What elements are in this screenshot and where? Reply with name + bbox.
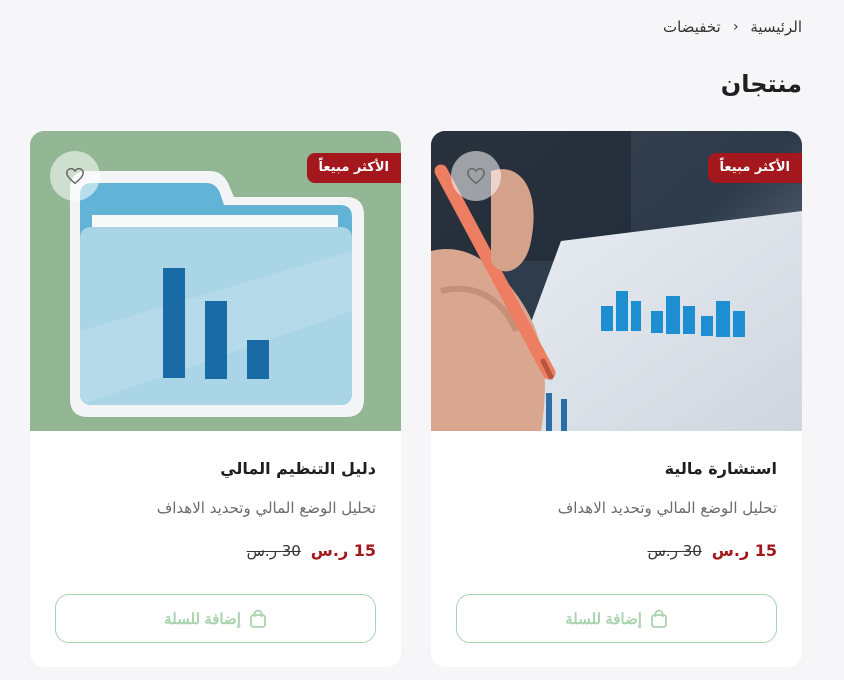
page: الرئيسية › تخفيضات منتجان الأكثر مبيعاً …	[0, 0, 844, 680]
product-info: استشارة مالية تحليل الوضع المالي وتحديد …	[431, 431, 802, 667]
product-image[interactable]: Unlicensed Pintura instance Unlicensed P…	[431, 131, 802, 431]
product-image[interactable]: Unlicensed Pintura instance Unlicensed P…	[30, 131, 401, 431]
breadcrumb-home-link[interactable]: الرئيسية	[750, 18, 802, 36]
add-to-cart-label: إضافة للسلة	[565, 610, 642, 628]
product-card[interactable]: Unlicensed Pintura instance Unlicensed P…	[30, 131, 401, 667]
price-row: 15 ر.س 30 ر.س	[648, 541, 777, 560]
current-price: 15 ر.س	[711, 541, 777, 560]
favorite-button[interactable]	[50, 151, 100, 201]
product-description: تحليل الوضع المالي وتحديد الاهداف	[156, 499, 376, 517]
add-to-cart-button[interactable]: إضافة للسلة	[456, 594, 777, 643]
product-title[interactable]: دليل التنظيم المالي	[220, 459, 376, 478]
product-info: دليل التنظيم المالي تحليل الوضع المالي و…	[30, 431, 401, 667]
favorite-button[interactable]	[451, 151, 501, 201]
heart-icon	[467, 167, 485, 185]
breadcrumb: الرئيسية › تخفيضات	[663, 18, 802, 36]
breadcrumb-current: تخفيضات	[663, 18, 721, 36]
shopping-bag-icon	[249, 609, 266, 628]
shopping-bag-icon	[650, 609, 667, 628]
product-description: تحليل الوضع المالي وتحديد الاهداف	[557, 499, 777, 517]
chevron-left-icon: ›	[732, 19, 739, 35]
page-title: منتجان	[720, 70, 802, 98]
product-title[interactable]: استشارة مالية	[665, 459, 777, 478]
bestseller-badge: الأكثر مبيعاً	[707, 153, 802, 183]
bestseller-badge: الأكثر مبيعاً	[306, 153, 401, 183]
heart-icon	[66, 167, 84, 185]
current-price: 15 ر.س	[310, 541, 376, 560]
original-price: 30 ر.س	[647, 542, 702, 560]
add-to-cart-label: إضافة للسلة	[164, 610, 241, 628]
product-card[interactable]: Unlicensed Pintura instance Unlicensed P…	[431, 131, 802, 667]
original-price: 30 ر.س	[246, 542, 301, 560]
add-to-cart-button[interactable]: إضافة للسلة	[55, 594, 376, 643]
price-row: 15 ر.س 30 ر.س	[247, 541, 376, 560]
